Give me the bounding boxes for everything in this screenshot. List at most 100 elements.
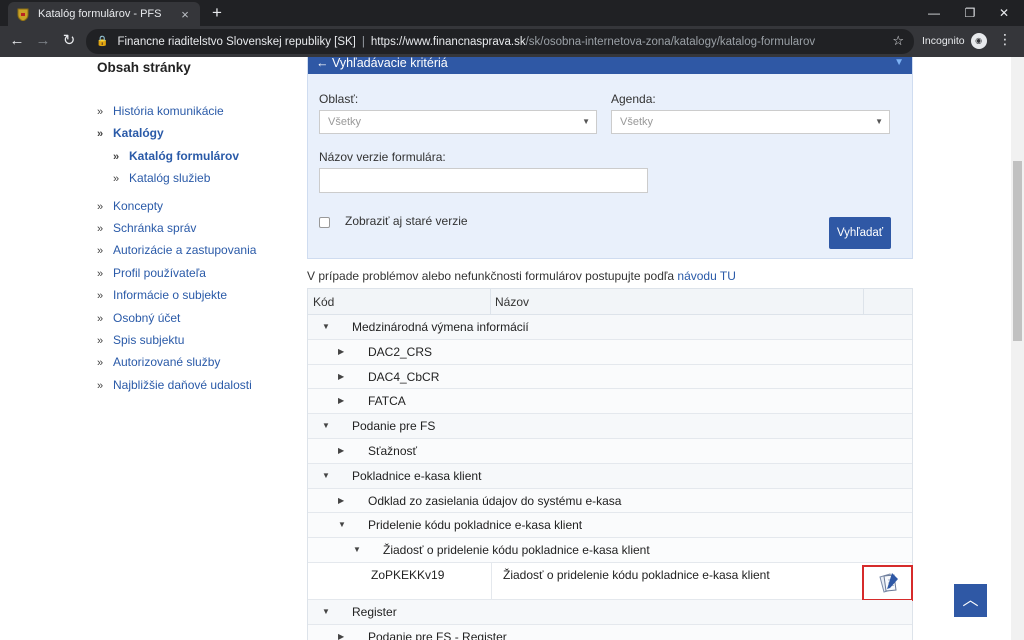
tree-row[interactable]: ▼ Pokladnice e-kasa klient — [308, 463, 912, 489]
tree-row[interactable]: ▶ Odklad zo zasielania údajov do systému… — [308, 488, 912, 514]
tree-row[interactable]: ▼ Podanie pre FS — [308, 414, 912, 439]
address-bar[interactable]: 🔒 Financne riaditelstvo Slovenskej repub… — [86, 29, 914, 54]
oblast-label: Oblasť: — [319, 92, 359, 106]
sidebar-item-katalogy[interactable]: » Katalógy — [97, 122, 297, 144]
site-favicon-icon — [16, 7, 30, 21]
form-code: ZoPKEKKv19 — [371, 567, 445, 582]
new-tab-icon[interactable]: + — [207, 3, 227, 23]
dropdown-arrow-icon: ▼ — [582, 117, 590, 126]
sidebar-item-informacie[interactable]: » Informácie o subjekte — [97, 284, 297, 306]
tree-row[interactable]: ▶ Podanie pre FS - Register — [308, 624, 912, 640]
chevron-right-icon: » — [97, 290, 104, 303]
form-name-input[interactable] — [319, 168, 648, 193]
tree-row[interactable]: ▶ DAC2_CRS — [308, 339, 912, 365]
expanded-triangle-icon[interactable]: ▼ — [322, 464, 330, 488]
oblast-select[interactable]: Všetky ▼ — [319, 110, 597, 134]
sidebar-item-historia[interactable]: » História komunikácie — [97, 100, 297, 122]
page-scrollbar[interactable] — [1011, 57, 1024, 640]
scroll-to-top-button[interactable]: ︿ — [954, 584, 987, 617]
incognito-icon: ◉ — [970, 33, 987, 49]
collapsed-triangle-icon[interactable]: ▶ — [338, 489, 344, 513]
browser-menu-icon[interactable]: ⋮ — [998, 31, 1012, 48]
sidebar-item-profil[interactable]: » Profil používateľa — [97, 262, 297, 284]
form-catalog-table: Kód Názov ▼ Medzinárodná výmena informác… — [307, 288, 913, 640]
form-document-icon — [878, 572, 898, 593]
reload-icon[interactable]: ↻ — [58, 30, 80, 52]
tree-row[interactable]: ▼ Register — [308, 599, 912, 625]
agenda-select[interactable]: Všetky ▼ — [611, 110, 890, 134]
tree-row[interactable]: ▶ DAC4_CbCR — [308, 364, 912, 390]
incognito-indicator[interactable]: Incognito ◉ — [922, 33, 987, 49]
chevron-right-icon: » — [97, 357, 104, 370]
column-header-code[interactable]: Kód — [313, 295, 334, 309]
help-notice: V prípade problémov alebo nefunkčnosti f… — [307, 269, 736, 283]
column-divider — [491, 562, 492, 600]
chevron-right-icon: » — [97, 106, 104, 118]
sidebar-item-schranka[interactable]: » Schránka správ — [97, 217, 297, 239]
window-close-icon[interactable]: ✕ — [986, 0, 1022, 26]
chevron-right-icon: » — [97, 200, 104, 213]
chevron-down-icon: » — [113, 150, 120, 163]
collapsed-triangle-icon[interactable]: ▶ — [338, 389, 344, 413]
sidebar-nav: » História komunikácie » Katalógy » Katalóg… — [97, 100, 297, 396]
url-host: https://www.financnasprava.sk — [370, 35, 526, 48]
search-panel-header[interactable]: ← Vyhľadávacie kritériá ▼ — [308, 57, 912, 74]
bookmark-star-icon[interactable]: ☆ — [892, 33, 904, 49]
expanded-triangle-icon[interactable]: ▼ — [353, 538, 361, 562]
sidebar-item-udalosti[interactable]: » Najbližšie daňové udalosti — [97, 374, 297, 396]
column-divider — [863, 289, 864, 315]
collapsed-triangle-icon[interactable]: ▶ — [338, 439, 344, 463]
browser-tab[interactable]: Katalóg formulárov - PFS × — [8, 2, 200, 26]
column-header-name[interactable]: Názov — [495, 295, 529, 309]
sidebar-item-koncepty[interactable]: » Koncepty — [97, 195, 297, 217]
tree-row[interactable]: ▼ Pridelenie kódu pokladnice e-kasa klie… — [308, 513, 912, 539]
tab-title: Katalóg formulárov - PFS — [38, 8, 162, 20]
sidebar-item-osobny-ucet[interactable]: » Osobný účet — [97, 307, 297, 329]
site-identity: Financne riaditelstvo Slovenskej republi… — [117, 35, 356, 48]
chevron-right-icon: » — [97, 334, 104, 347]
open-form-button[interactable] — [862, 564, 913, 601]
expanded-triangle-icon[interactable]: ▼ — [322, 414, 330, 438]
chevron-right-icon: » — [97, 312, 104, 325]
expanded-triangle-icon[interactable]: ▼ — [322, 315, 330, 339]
tree-row[interactable]: ▼ Žiadosť o pridelenie kódu pokladnice e… — [308, 538, 912, 563]
form-row[interactable]: ZoPKEKKv19 Žiadosť o pridelenie kódu pok… — [308, 562, 913, 601]
sidebar-item-autorizovane[interactable]: » Autorizované služby — [97, 351, 297, 373]
incognito-label: Incognito — [922, 35, 965, 47]
sidebar-item-autorizacie[interactable]: » Autorizácie a zastupovania — [97, 239, 297, 261]
dropdown-arrow-icon: ▼ — [875, 117, 883, 126]
forward-icon[interactable]: → — [32, 30, 54, 52]
sidebar-title: Obsah stránky — [97, 60, 191, 75]
sidebar-item-katalog-sluzieb[interactable]: » Katalóg služieb — [97, 167, 297, 189]
expanded-triangle-icon[interactable]: ▼ — [322, 600, 330, 624]
collapsed-triangle-icon[interactable]: ▶ — [338, 625, 344, 640]
browser-tab-bar: Katalóg formulárov - PFS × + — ❐ ✕ — [0, 0, 1024, 26]
tree-row[interactable]: ▶ Sťažnosť — [308, 438, 912, 464]
chevron-right-icon: » — [113, 173, 120, 186]
table-header: Kód Názov — [308, 289, 912, 315]
agenda-label: Agenda: — [611, 92, 656, 106]
sidebar-item-katalog-formularov[interactable]: » Katalóg formulárov — [97, 145, 297, 167]
old-versions-checkbox[interactable] — [319, 217, 330, 228]
chevron-right-icon: » — [97, 222, 104, 235]
expanded-triangle-icon[interactable]: ▼ — [338, 513, 346, 537]
tree-row[interactable]: ▶ FATCA — [308, 389, 912, 415]
chevron-down-icon: » — [97, 128, 104, 141]
lock-icon: 🔒 — [96, 36, 109, 47]
collapsed-triangle-icon[interactable]: ▶ — [338, 340, 344, 364]
chevron-up-icon: ︿ — [962, 592, 979, 609]
help-link[interactable]: návodu TU — [677, 269, 735, 283]
minimize-icon[interactable]: — — [916, 0, 952, 26]
restore-icon[interactable]: ❐ — [952, 0, 988, 26]
old-versions-label: Zobraziť aj staré verzie — [345, 214, 468, 228]
back-icon[interactable]: ← — [6, 30, 28, 52]
collapsed-triangle-icon[interactable]: ▶ — [338, 365, 344, 389]
tree-row[interactable]: ▼ Medzinárodná výmena informácií — [308, 315, 912, 340]
scrollbar-thumb[interactable] — [1013, 161, 1022, 341]
browser-toolbar: ← → ↻ 🔒 Financne riaditelstvo Slovenskej… — [0, 26, 1024, 57]
tab-close-icon[interactable]: × — [178, 7, 192, 22]
sidebar-item-spis[interactable]: » Spis subjektu — [97, 329, 297, 351]
search-button[interactable]: Vyhľadať — [829, 217, 891, 249]
collapse-chevron-icon[interactable]: ▼ — [894, 57, 904, 78]
chevron-right-icon: » — [97, 245, 104, 258]
